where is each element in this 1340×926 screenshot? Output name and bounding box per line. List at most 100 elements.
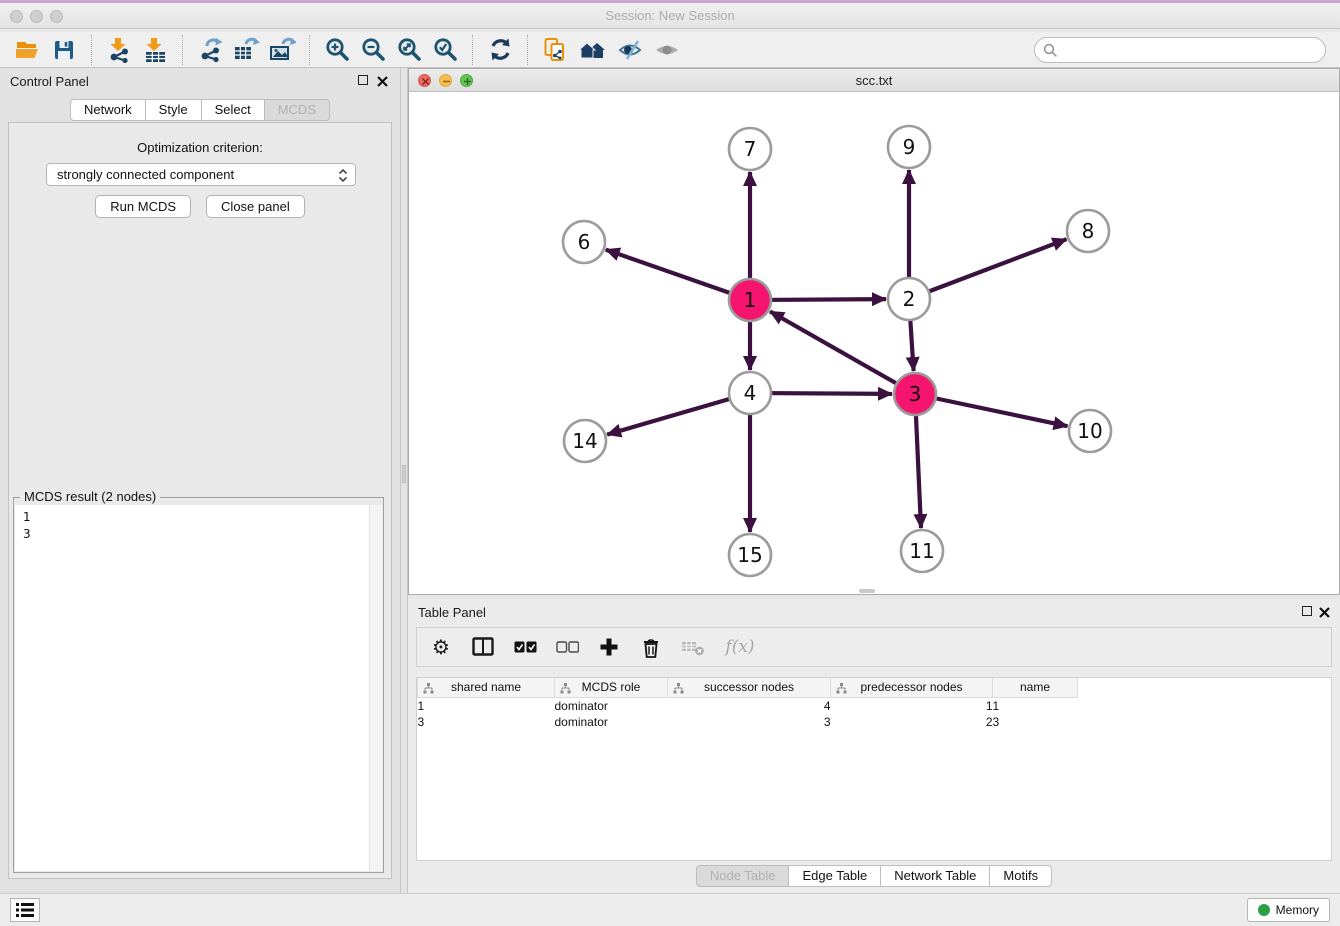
table-panel-header: Table Panel	[408, 599, 1340, 623]
zoom-out-icon[interactable]	[358, 35, 388, 65]
tab-node-table[interactable]: Node Table	[696, 865, 790, 887]
export-network-icon[interactable]	[195, 35, 225, 65]
graph-node-label: 6	[578, 230, 591, 254]
splitter-handle-icon[interactable]	[402, 465, 406, 483]
zoom-in-icon[interactable]	[322, 35, 352, 65]
graph-edge[interactable]	[909, 239, 1067, 299]
show-eye-icon	[652, 35, 682, 65]
delete-column-icon[interactable]	[639, 635, 663, 659]
column-header-label: MCDS role	[582, 680, 641, 694]
column-header[interactable]: successor nodes	[668, 678, 831, 697]
column-header[interactable]: name	[993, 678, 1078, 697]
zoom-fit-icon[interactable]	[394, 35, 424, 65]
graph-node-label: 15	[737, 543, 762, 567]
mcds-result-area[interactable]: 1 3	[15, 505, 382, 871]
hide-eye-icon[interactable]	[616, 35, 646, 65]
tab-network[interactable]: Network	[70, 99, 146, 121]
table-cell[interactable]: 3	[418, 714, 555, 730]
select-value: strongly connected component	[57, 167, 234, 182]
canvas-scroll-thumb[interactable]	[859, 589, 875, 593]
clone-network-icon[interactable]	[540, 35, 570, 65]
tab-edge-table[interactable]: Edge Table	[789, 865, 881, 887]
run-mcds-button[interactable]: Run MCDS	[95, 195, 191, 218]
column-header[interactable]: MCDS role	[555, 678, 668, 697]
graph-edge[interactable]	[770, 311, 915, 394]
close-panel-button[interactable]: Close panel	[206, 195, 305, 218]
table-cell[interactable]: 2	[831, 714, 993, 730]
window-minimize-icon[interactable]	[30, 10, 43, 23]
table-toolbar: ⚙ f(x)	[416, 627, 1332, 667]
float-panel-icon[interactable]	[1302, 606, 1312, 616]
graph-edge[interactable]	[606, 250, 750, 300]
table-cell[interactable]: 1	[993, 697, 1078, 714]
table-row[interactable]: 3dominator323	[418, 714, 1078, 730]
export-image-icon[interactable]	[267, 35, 297, 65]
panel-splitter[interactable]	[400, 68, 408, 893]
save-session-icon[interactable]	[49, 35, 79, 65]
table-cell[interactable]: dominator	[555, 714, 668, 730]
node-table[interactable]: shared name MCDS role successor nodes pr…	[416, 677, 1332, 861]
tab-style[interactable]: Style	[146, 99, 202, 121]
network-canvas[interactable]: 7 9 6 8 1 2 4 3 14 10 15 11	[409, 92, 1339, 594]
import-table-icon[interactable]	[140, 35, 170, 65]
graph-node-label: 9	[903, 135, 916, 159]
tab-select[interactable]: Select	[202, 99, 265, 121]
table-cell[interactable]: 3	[668, 714, 831, 730]
toolbar-separator	[91, 35, 92, 65]
mcds-result-group: MCDS result (2 nodes) 1 3	[13, 497, 384, 873]
column-attr-icon	[673, 683, 684, 694]
network-minimize-icon[interactable]	[439, 74, 452, 87]
application-window: Session: New Session	[0, 0, 1340, 926]
table-cell[interactable]: dominator	[555, 697, 668, 714]
control-panel-title: Control Panel	[0, 68, 400, 89]
deselect-all-columns-icon[interactable]	[555, 635, 579, 659]
column-attr-icon	[836, 683, 847, 694]
show-columns-icon[interactable]	[471, 635, 495, 659]
table-cell[interactable]: 4	[668, 697, 831, 714]
memory-button[interactable]: Memory	[1247, 898, 1330, 922]
graph-edge[interactable]	[915, 394, 1068, 426]
table-tabs: Node Table Edge Table Network Table Moti…	[408, 865, 1340, 887]
column-attr-icon	[560, 683, 571, 694]
toolbar-separator	[472, 35, 473, 65]
add-column-icon[interactable]	[597, 635, 621, 659]
graph-edge[interactable]	[607, 393, 750, 435]
network-window-titlebar[interactable]: scc.txt	[409, 69, 1339, 92]
memory-label: Memory	[1276, 903, 1319, 917]
import-network-icon[interactable]	[104, 35, 134, 65]
close-panel-icon[interactable]	[1319, 605, 1330, 623]
network-graph[interactable]: 7 9 6 8 1 2 4 3 14 10 15 11	[409, 92, 1339, 594]
zoom-selected-icon[interactable]	[430, 35, 460, 65]
open-file-icon[interactable]	[13, 35, 43, 65]
export-table-icon[interactable]	[231, 35, 261, 65]
close-panel-icon[interactable]	[377, 74, 388, 92]
table-row[interactable]: 1dominator411	[418, 697, 1078, 714]
network-window-title: scc.txt	[409, 69, 1339, 92]
column-header-label: successor nodes	[704, 680, 794, 694]
tab-motifs[interactable]: Motifs	[990, 865, 1052, 887]
search-input[interactable]	[1034, 37, 1326, 63]
network-maximize-icon[interactable]	[460, 74, 473, 87]
refresh-icon[interactable]	[485, 35, 515, 65]
control-panel: Control Panel Network Style Select MCDS …	[0, 68, 400, 893]
table-cell[interactable]: 3	[993, 714, 1078, 730]
table-cell[interactable]: 1	[418, 697, 555, 714]
tab-network-table[interactable]: Network Table	[881, 865, 990, 887]
table-cell[interactable]: 1	[831, 697, 993, 714]
task-history-button[interactable]	[10, 898, 40, 922]
table-settings-icon[interactable]: ⚙	[429, 635, 453, 659]
result-scrollbar[interactable]	[369, 505, 382, 871]
tab-mcds[interactable]: MCDS	[265, 99, 330, 121]
select-all-columns-icon[interactable]	[513, 635, 537, 659]
column-header[interactable]: predecessor nodes	[831, 678, 993, 697]
float-panel-icon[interactable]	[358, 75, 368, 85]
window-close-icon[interactable]	[10, 10, 23, 23]
home-icon[interactable]	[576, 35, 610, 65]
column-header-label: shared name	[451, 680, 521, 694]
network-close-icon[interactable]	[418, 74, 431, 87]
graph-node-label: 8	[1082, 219, 1095, 243]
optimization-criterion-select[interactable]: strongly connected component	[46, 163, 356, 186]
window-zoom-icon[interactable]	[50, 10, 63, 23]
column-header[interactable]: shared name	[418, 678, 555, 697]
select-stepper-icon	[338, 168, 348, 186]
